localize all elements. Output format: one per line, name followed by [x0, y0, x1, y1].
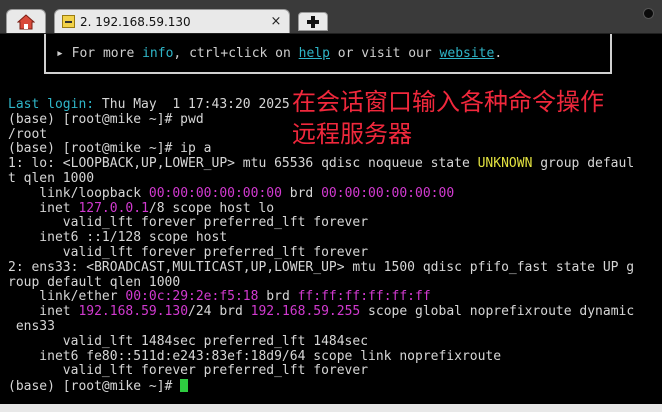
- info-link[interactable]: info: [142, 46, 173, 61]
- mac-address: 00:00:00:00:00:00: [148, 185, 282, 201]
- mac-address: 00:0c:29:2e:f5:18: [125, 289, 259, 305]
- annotation-line-1: 在会话窗口输入各种命令操作: [292, 88, 604, 116]
- line-segment: link/loopback: [8, 185, 149, 201]
- terminal-line: ens33: [8, 318, 55, 334]
- line-segment: /24 brd: [188, 304, 251, 320]
- shell-prompt: (base) [root@mike ~]#: [8, 379, 181, 395]
- mac-address: ff:ff:ff:ff:ff:ff: [297, 289, 431, 305]
- terminal-line: valid_lft forever preferred_lft forever: [8, 244, 369, 260]
- new-tab-button[interactable]: [298, 12, 328, 31]
- terminal-line: inet 192.168.59.130/24 brd 192.168.59.25…: [8, 304, 658, 320]
- close-tab-icon[interactable]: ×: [267, 14, 285, 29]
- terminal-line: inet6 ::1/128 scope host: [8, 230, 228, 246]
- terminal-line: inet6 fe80::511d:e243:83ef:18d9/64 scope…: [8, 348, 502, 364]
- ip-address: 127.0.0.1: [78, 200, 149, 216]
- home-tab[interactable]: [6, 9, 46, 33]
- terminal-line: valid_lft forever preferred_lft forever: [8, 215, 369, 231]
- terminal-session-icon: [62, 15, 75, 28]
- welcome-banner: ▸ For more info, ctrl+click on help or v…: [44, 34, 612, 74]
- session-tab[interactable]: 2. 192.168.59.130 ×: [54, 9, 290, 33]
- terminal-line: 1: lo: <LOOPBACK,UP,LOWER_UP> mtu 65536 …: [8, 156, 658, 172]
- window-status-icon: [643, 8, 654, 19]
- banner-text-pre: For more: [71, 46, 143, 61]
- terminal-cursor: [180, 379, 189, 393]
- terminal-line: 2: ens33: <BROADCAST,MULTICAST,UP,LOWER_…: [8, 259, 635, 275]
- annotation-line-2: 远程服务器: [292, 120, 412, 148]
- line-segment: /8 scope host lo: [148, 200, 275, 216]
- line-segment: 1: lo: <LOOPBACK,UP,LOWER_UP> mtu 65536 …: [8, 156, 478, 172]
- tab-bar: 2. 192.168.59.130 ×: [0, 0, 662, 34]
- banner-text-post: .: [494, 46, 503, 61]
- ip-address: 192.168.59.255: [250, 304, 361, 320]
- terminal-prompt-line[interactable]: (base) [root@mike ~]#: [8, 379, 658, 394]
- help-link[interactable]: help: [299, 46, 330, 61]
- terminal-line: link/loopback 00:00:00:00:00:00 brd 00:0…: [8, 185, 658, 202]
- banner-text-mid2: or visit our: [329, 46, 440, 61]
- ip-address: 192.168.59.130: [78, 304, 189, 320]
- line-segment: inet: [8, 200, 79, 216]
- line-segment: group defaul: [532, 156, 635, 172]
- plus-icon: [307, 15, 319, 28]
- terminal-line: valid_lft 1484sec preferred_lft 1484sec: [8, 333, 369, 349]
- line-segment: brd: [258, 289, 298, 305]
- mac-address: 00:00:00:00:00:00: [321, 185, 455, 201]
- status-bar: [0, 404, 662, 412]
- last-login-label: Last login:: [8, 97, 95, 112]
- line-segment: inet: [8, 304, 79, 320]
- terminal-view[interactable]: ▸ For more info, ctrl+click on help or v…: [0, 34, 662, 412]
- website-link[interactable]: website: [440, 46, 495, 61]
- banner-text-mid1: , ctrl+click on: [173, 46, 299, 61]
- banner-bullet: ▸: [56, 46, 64, 61]
- terminal-line: roup default qlen 1000: [8, 274, 181, 290]
- terminal-line: t qlen 1000: [8, 170, 95, 186]
- last-login-time: Thu May 1 17:43:20 2025: [94, 97, 290, 112]
- state-unknown: UNKNOWN: [477, 156, 533, 172]
- annotation-overlay: 在会话窗口输入各种命令操作 远程服务器: [292, 86, 604, 150]
- line-segment: scope global noprefixroute dynamic: [360, 304, 635, 320]
- terminal-line: inet 127.0.0.1/8 scope host lo: [8, 200, 658, 217]
- terminal-line: valid_lft forever preferred_lft forever: [8, 363, 369, 379]
- session-tab-title: 2. 192.168.59.130: [80, 14, 191, 29]
- terminal-line: link/ether 00:0c:29:2e:f5:18 brd ff:ff:f…: [8, 289, 658, 305]
- home-icon: [17, 13, 35, 29]
- line-segment: link/ether: [8, 289, 126, 305]
- line-segment: brd: [281, 185, 322, 201]
